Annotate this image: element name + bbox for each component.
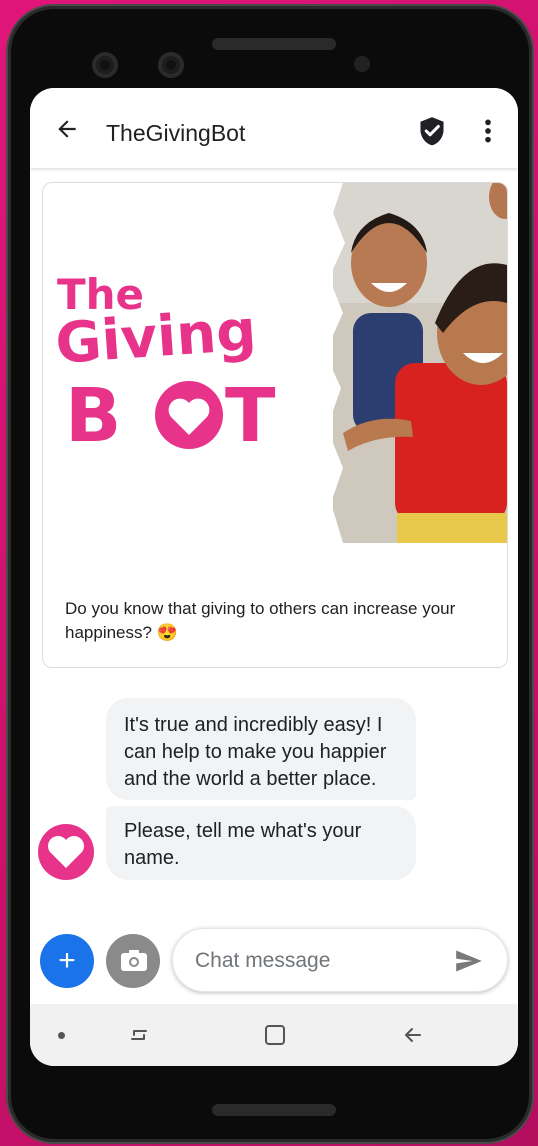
recents-icon[interactable] [126,1022,152,1048]
card-description: Do you know that giving to others can in… [65,599,456,642]
camera-lens-icon [92,52,118,78]
add-button[interactable]: + [40,934,94,988]
shield-check-icon[interactable] [418,116,446,146]
camera-button[interactable] [106,934,160,988]
screen: TheGivingBot The Giving B T Do you know … [30,88,518,1066]
app-bar: TheGivingBot [30,88,518,168]
svg-text:T: T [225,373,276,459]
system-nav-bar [30,1004,518,1066]
nav-dot-icon [58,1032,65,1039]
svg-text:B: B [65,373,121,459]
chat-input-container[interactable] [172,928,508,992]
heart-icon [48,836,84,868]
composer: + [30,914,518,994]
chat-message-input[interactable] [193,943,447,979]
camera-icon [121,950,147,971]
camera-lens-icon [158,52,184,78]
bot-avatar [38,824,94,880]
rich-card[interactable]: The Giving B T Do you know that giving t… [42,182,508,668]
message-bubble: Please, tell me what's your name. [106,806,416,880]
back-icon[interactable] [400,1022,426,1048]
phone-bottom-speaker [212,1104,336,1116]
send-icon[interactable] [455,949,483,973]
page-title: TheGivingBot [106,120,246,146]
speaker-grille [212,38,336,50]
home-icon[interactable] [262,1022,288,1048]
proximity-sensor [354,56,370,72]
arrow-left-icon[interactable] [54,116,80,142]
phone-frame: TheGivingBot The Giving B T Do you know … [8,6,532,1142]
giving-bot-hero-image: The Giving B T [43,183,507,543]
more-vert-icon[interactable] [482,118,494,144]
message-bubble: It's true and incredibly easy! I can hel… [106,698,416,800]
